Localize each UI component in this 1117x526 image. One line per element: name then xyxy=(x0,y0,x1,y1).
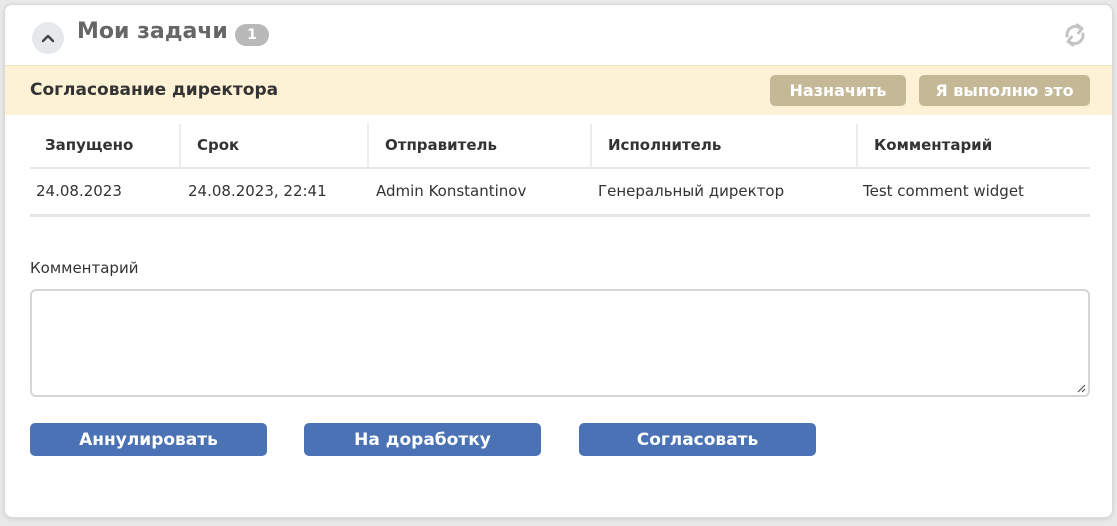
column-header-deadline: Срок xyxy=(197,136,240,154)
refresh-icon xyxy=(1065,23,1085,47)
column-divider xyxy=(856,124,858,167)
chevron-up-icon xyxy=(41,34,55,43)
task-header-bar: Согласование директора Назначить Я выпол… xyxy=(5,65,1112,115)
widget-header: Мои задачи 1 xyxy=(5,5,1112,65)
cell-executor: Генеральный директор xyxy=(598,182,785,200)
column-divider xyxy=(179,124,181,167)
widget-title: Мои задачи xyxy=(77,19,228,44)
task-count-badge: 1 xyxy=(235,24,269,46)
cell-deadline: 24.08.2023, 22:41 xyxy=(188,182,327,200)
column-header-sender: Отправитель xyxy=(385,136,498,154)
cell-started: 24.08.2023 xyxy=(36,182,122,200)
collapse-button[interactable] xyxy=(32,22,64,54)
refresh-button[interactable] xyxy=(1060,20,1090,50)
column-divider xyxy=(590,124,592,167)
table-row[interactable]: 24.08.2023 24.08.2023, 22:41 Admin Konst… xyxy=(30,169,1090,217)
take-task-button[interactable]: Я выполню это xyxy=(919,75,1090,106)
cell-sender: Admin Konstantinov xyxy=(376,182,527,200)
task-title: Согласование директора xyxy=(30,80,279,100)
column-header-executor: Исполнитель xyxy=(608,136,722,154)
comment-input[interactable] xyxy=(30,289,1090,397)
comment-label: Комментарий xyxy=(30,259,139,277)
column-divider xyxy=(367,124,369,167)
my-tasks-widget: Мои задачи 1 Согласование директора Назн… xyxy=(4,4,1113,518)
cell-comment: Test comment widget xyxy=(863,182,1024,200)
approve-button[interactable]: Согласовать xyxy=(579,423,816,456)
cancel-task-button[interactable]: Аннулировать xyxy=(30,423,267,456)
send-to-rework-button[interactable]: На доработку xyxy=(304,423,541,456)
task-table: Запущено Срок Отправитель Исполнитель Ко… xyxy=(30,124,1090,217)
table-header-row: Запущено Срок Отправитель Исполнитель Ко… xyxy=(30,124,1090,169)
resize-grip-icon[interactable] xyxy=(1076,383,1086,393)
column-header-started: Запущено xyxy=(45,136,134,154)
assign-button[interactable]: Назначить xyxy=(770,75,906,106)
column-header-comment: Комментарий xyxy=(874,136,993,154)
